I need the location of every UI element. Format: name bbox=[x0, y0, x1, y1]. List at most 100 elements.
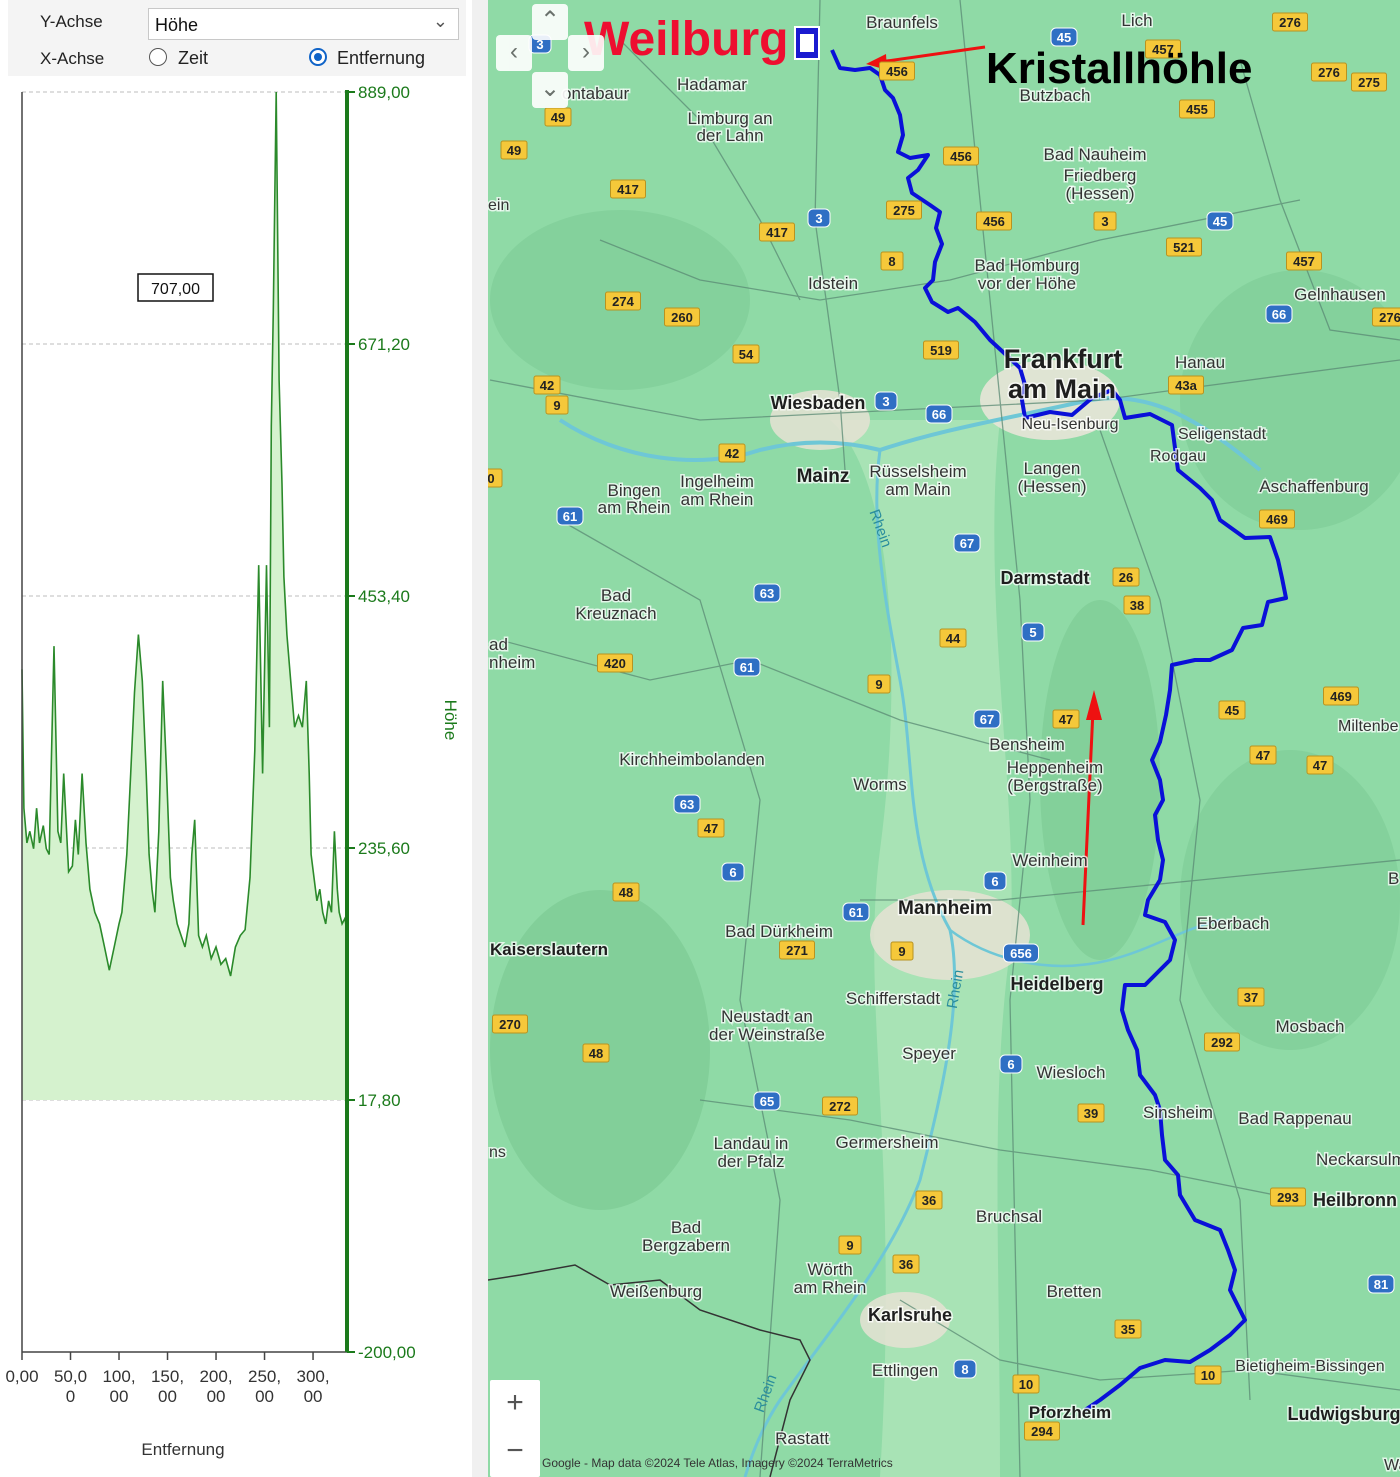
place-label-bingen-2: am Rhein bbox=[598, 498, 671, 517]
place-label-bretten: Bretten bbox=[1047, 1282, 1102, 1301]
road-badge-label: 44 bbox=[946, 631, 961, 646]
place-label-mannheim: Mannheim bbox=[898, 898, 992, 919]
pan-right-button[interactable]: › bbox=[568, 35, 604, 71]
place-label-speyer: Speyer bbox=[902, 1044, 956, 1063]
place-label-bad-sobernheim-2: nheim bbox=[489, 653, 535, 672]
place-label-landau-2: der Pfalz bbox=[717, 1152, 784, 1171]
pan-down-button[interactable]: ⌄ bbox=[532, 72, 568, 108]
road-badge-label: 49 bbox=[551, 110, 565, 125]
road-badge-label: 271 bbox=[786, 943, 808, 958]
place-label-germersheim: Germersheim bbox=[836, 1133, 939, 1152]
road-badge-label: 292 bbox=[1211, 1035, 1233, 1050]
place-label-mainz: Mainz bbox=[797, 466, 850, 487]
y-tick-label: 671,20 bbox=[358, 335, 410, 354]
road-badge-label: 65 bbox=[760, 1094, 774, 1109]
place-label-wai: Wai bbox=[1384, 1457, 1400, 1474]
elevation-chart[interactable]: 889,00 671,20 453,40 235,60 17,80 -200,00 0,0… bbox=[0, 0, 472, 1477]
value-tooltip: 707,00 bbox=[151, 281, 200, 298]
place-label-bad-nauheim: Bad Nauheim bbox=[1043, 145, 1146, 164]
road-badge-label: 45 bbox=[1213, 214, 1227, 229]
place-label-idstein: Idstein bbox=[808, 274, 858, 293]
place-label-heidelberg: Heidelberg bbox=[1010, 974, 1103, 994]
road-badge-label: 293 bbox=[1277, 1190, 1299, 1205]
road-badge-label: 9 bbox=[898, 944, 905, 959]
road-badge-label: 5 bbox=[1029, 625, 1036, 640]
road-badge-label: 3 bbox=[1101, 214, 1108, 229]
y-tick-label: 889,00 bbox=[358, 83, 410, 102]
road-badge-label: 469 bbox=[1266, 512, 1288, 527]
road-badge-label: 36 bbox=[899, 1257, 913, 1272]
x-tick-label: 50,0 bbox=[54, 1367, 87, 1386]
place-label-bietigheim: Bietigheim-Bissingen bbox=[1235, 1358, 1384, 1375]
road-badge-label: 276 bbox=[1279, 15, 1301, 30]
place-label-schifferstadt: Schifferstadt bbox=[846, 989, 940, 1008]
road-badge-label: 26 bbox=[1119, 570, 1133, 585]
panel-divider[interactable] bbox=[472, 0, 488, 1477]
place-label-aschaffenburg: Aschaffenburg bbox=[1259, 477, 1368, 496]
place-label-bad-kreuznach-1: Bad bbox=[601, 586, 631, 605]
zoom-out-button[interactable]: − bbox=[490, 1428, 540, 1476]
place-label-mosbach: Mosbach bbox=[1276, 1017, 1345, 1036]
x-axis-title: Entfernung bbox=[141, 1440, 224, 1459]
place-label-heilbronn: Heilbronn bbox=[1313, 1190, 1397, 1210]
place-label-weinheim: Weinheim bbox=[1012, 851, 1087, 870]
road-badge-label: 45 bbox=[1225, 703, 1239, 718]
terrain-patch bbox=[1180, 750, 1400, 1050]
place-label-heppenheim-2: (Bergstraße) bbox=[1007, 776, 1102, 795]
road-badge-label: 656 bbox=[1010, 946, 1032, 961]
x-tick-label: 300, bbox=[296, 1367, 329, 1386]
place-label-pforzheim: Pforzheim bbox=[1029, 1403, 1111, 1422]
place-label-montabaur: ontabaur bbox=[562, 84, 629, 103]
road-badge-label: 39 bbox=[1084, 1106, 1098, 1121]
road-badge-label: 3 bbox=[882, 394, 889, 409]
road-badge-label: 47 bbox=[1256, 748, 1270, 763]
x-tick-label: 0,00 bbox=[5, 1367, 38, 1386]
road-badge-label: 3 bbox=[815, 211, 822, 226]
place-label-ingelheim-2: am Rhein bbox=[681, 490, 754, 509]
kristallhoehle-label: Kristallhöhle bbox=[986, 44, 1253, 93]
x-tick-label: 250, bbox=[248, 1367, 281, 1386]
weilburg-label: Weilburg bbox=[584, 13, 789, 66]
road-badge-label: 276 bbox=[1379, 310, 1400, 325]
y-tick-label: 17,80 bbox=[358, 1091, 401, 1110]
road-badge-label: 274 bbox=[612, 294, 634, 309]
road-badge-label: 49 bbox=[507, 143, 521, 158]
place-label-neustadt-2: der Weinstraße bbox=[709, 1025, 825, 1044]
road-badge-label: 456 bbox=[886, 64, 908, 79]
road-badge-label: 521 bbox=[1173, 240, 1195, 255]
place-label-bad-sobernheim-1: ad bbox=[489, 635, 508, 654]
x-tick-label: 150, bbox=[151, 1367, 184, 1386]
map-canvas[interactable]: 3 4545645727627627549494174564553275456 3 4… bbox=[488, 0, 1400, 1477]
place-label-kirchheimbolanden: Kirchheimbolanden bbox=[619, 750, 765, 769]
road-badge-label: 67 bbox=[980, 712, 994, 727]
road-badge-label: 417 bbox=[766, 225, 788, 240]
road-badge-label: 35 bbox=[1121, 1322, 1135, 1337]
road-badge-label: 61 bbox=[740, 660, 754, 675]
place-label-neu-isenburg: Neu-Isenburg bbox=[1022, 416, 1119, 433]
road-badge-label: 48 bbox=[619, 885, 633, 900]
place-label-heppenheim-1: Heppenheim bbox=[1007, 758, 1103, 777]
road-badge-label: 417 bbox=[617, 182, 639, 197]
place-label-frankfurt-1: Frankfurt bbox=[1004, 344, 1123, 374]
place-label-bad-homburg-2: vor der Höhe bbox=[978, 274, 1076, 293]
road-badge-label: 6 bbox=[991, 874, 998, 889]
place-label-miltenberg: Miltenbe bbox=[1338, 718, 1399, 735]
road-badge-label: 61 bbox=[563, 509, 577, 524]
x-tick-label: 100, bbox=[102, 1367, 135, 1386]
road-badge-label: 61 bbox=[849, 905, 863, 920]
road-badge-label: 9 bbox=[846, 1238, 853, 1253]
pan-left-button[interactable]: ‹ bbox=[496, 35, 532, 71]
road-badge-label: 66 bbox=[932, 407, 946, 422]
place-label-wiesbaden: Wiesbaden bbox=[771, 393, 866, 413]
y-tick-label: 453,40 bbox=[358, 587, 410, 606]
map-marker-inner bbox=[800, 34, 814, 52]
place-label-neustadt-1: Neustadt an bbox=[721, 1007, 813, 1026]
place-label-wiesloch: Wiesloch bbox=[1037, 1063, 1106, 1082]
place-label-bad-bergzabern-1: Bad bbox=[671, 1218, 701, 1237]
map-view[interactable]: 3 45 456 457 276 276 275 49 49 417 456 455 3 275 456 3 4… bbox=[488, 0, 1400, 1477]
road-badge-label: 47 bbox=[1313, 758, 1327, 773]
place-label-ns: ns bbox=[489, 1144, 506, 1161]
road-badge-label: 519 bbox=[930, 343, 952, 358]
zoom-in-button[interactable]: + bbox=[490, 1380, 540, 1428]
pan-up-button[interactable]: ⌃ bbox=[532, 4, 568, 40]
